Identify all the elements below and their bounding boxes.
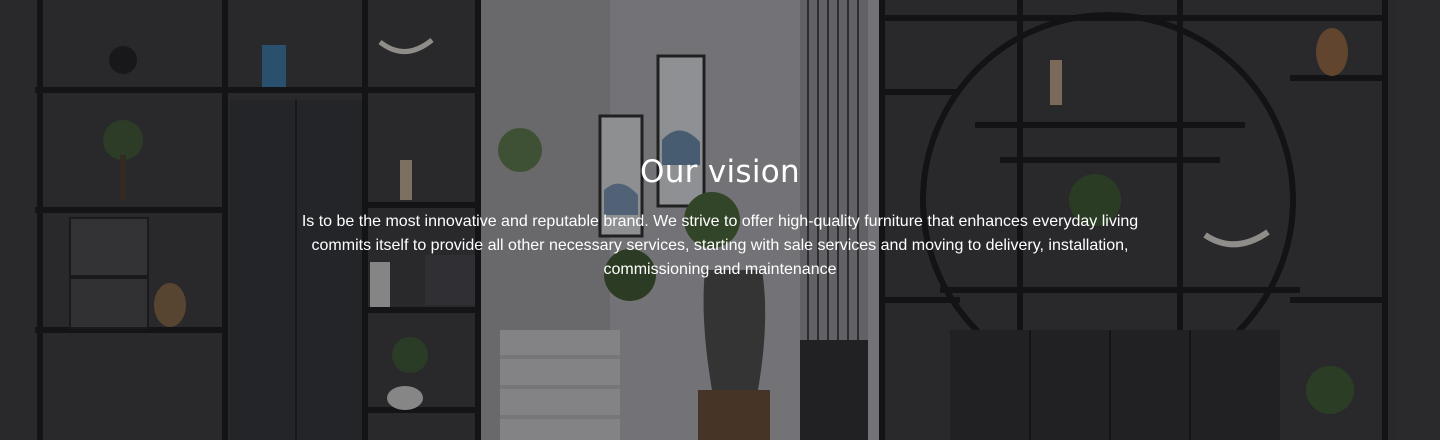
section-title: Our vision	[640, 154, 800, 190]
vision-banner: Our vision Is to be the most innovative …	[0, 0, 1440, 440]
section-description: Is to be the most innovative and reputab…	[301, 213, 1139, 278]
vision-content: Our vision Is to be the most innovative …	[0, 150, 1440, 282]
